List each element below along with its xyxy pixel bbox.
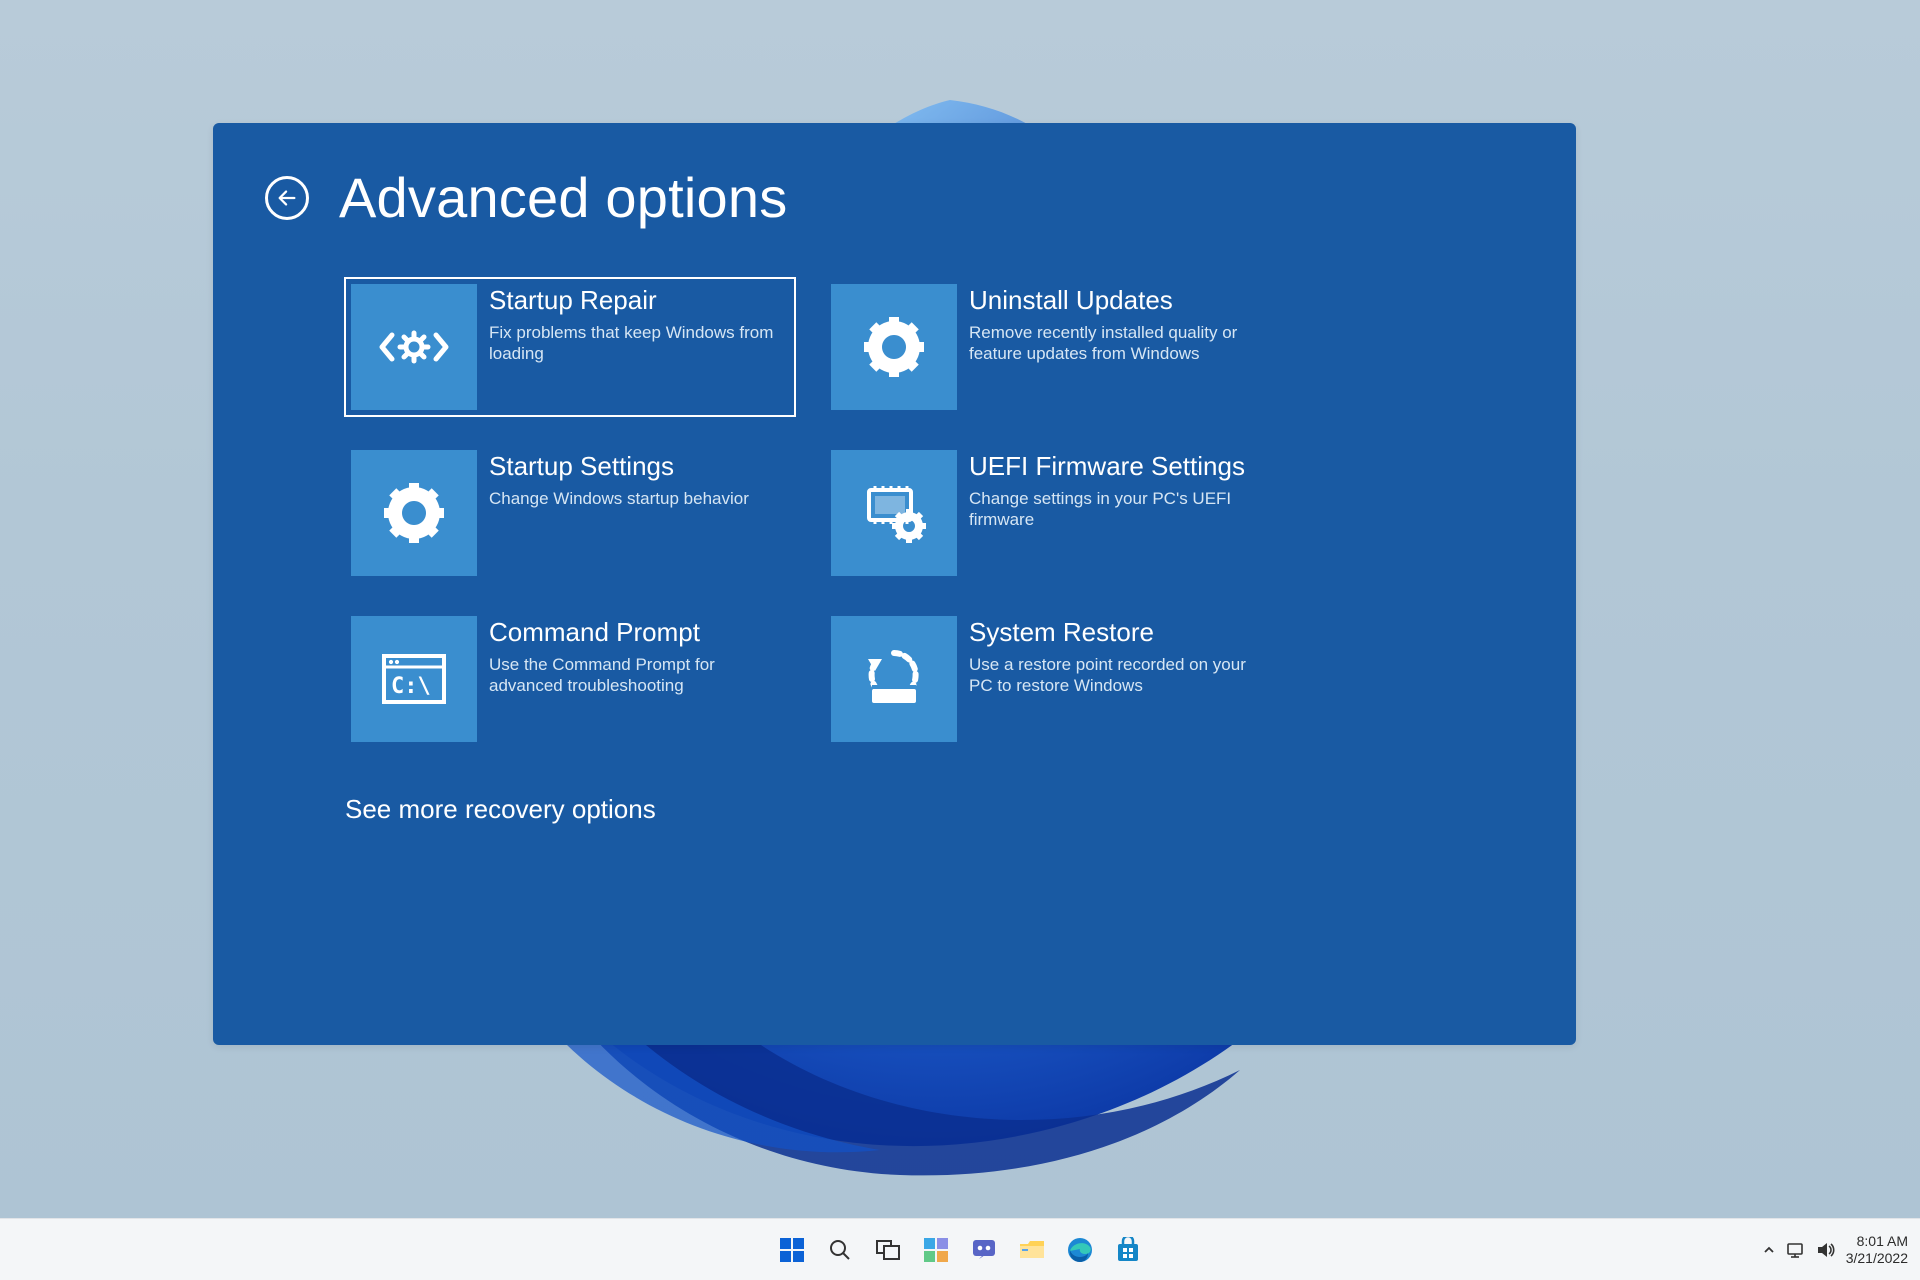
tile-title: UEFI Firmware Settings	[969, 452, 1261, 482]
startup-repair-icon	[351, 284, 477, 410]
restore-icon	[831, 616, 957, 742]
tile-desc: Fix problems that keep Windows from load…	[489, 322, 781, 365]
arrow-left-icon	[276, 187, 298, 209]
volume-icon[interactable]	[1816, 1241, 1836, 1259]
store-button[interactable]	[1108, 1230, 1148, 1270]
tile-startup-settings[interactable]: Startup Settings Change Windows startup …	[345, 444, 795, 582]
tile-title: Startup Settings	[489, 452, 749, 482]
taskbar-clock[interactable]: 8:01 AM 3/21/2022	[1846, 1233, 1908, 1265]
advanced-options-panel: Advanced options	[213, 123, 1576, 1045]
search-button[interactable]	[820, 1230, 860, 1270]
tile-uninstall-updates[interactable]: Uninstall Updates Remove recently instal…	[825, 278, 1275, 416]
task-view-button[interactable]	[868, 1230, 908, 1270]
tray-chevron-icon[interactable]	[1762, 1243, 1776, 1257]
tile-uefi-firmware[interactable]: UEFI Firmware Settings Change settings i…	[825, 444, 1275, 582]
start-button[interactable]	[772, 1230, 812, 1270]
tile-startup-repair[interactable]: Startup Repair Fix problems that keep Wi…	[345, 278, 795, 416]
clock-date: 3/21/2022	[1846, 1250, 1908, 1266]
tile-system-restore[interactable]: System Restore Use a restore point recor…	[825, 610, 1275, 748]
tile-title: System Restore	[969, 618, 1261, 648]
page-title: Advanced options	[339, 165, 787, 230]
widgets-button[interactable]	[916, 1230, 956, 1270]
chat-button[interactable]	[964, 1230, 1004, 1270]
clock-time: 8:01 AM	[1846, 1233, 1908, 1249]
gear-icon	[351, 450, 477, 576]
tile-title: Command Prompt	[489, 618, 781, 648]
network-icon[interactable]	[1786, 1241, 1806, 1259]
file-explorer-button[interactable]	[1012, 1230, 1052, 1270]
taskbar: 8:01 AM 3/21/2022	[0, 1218, 1920, 1280]
tile-title: Startup Repair	[489, 286, 781, 316]
gear-icon	[831, 284, 957, 410]
tile-desc: Remove recently installed quality or fea…	[969, 322, 1261, 365]
options-grid: Startup Repair Fix problems that keep Wi…	[345, 278, 1520, 748]
tile-command-prompt[interactable]: C:\ Command Prompt Use the Command Promp…	[345, 610, 795, 748]
tile-desc: Use a restore point recorded on your PC …	[969, 654, 1261, 697]
tile-desc: Change Windows startup behavior	[489, 488, 749, 509]
tile-title: Uninstall Updates	[969, 286, 1261, 316]
see-more-recovery-link[interactable]: See more recovery options	[345, 794, 1520, 825]
chip-gear-icon	[831, 450, 957, 576]
back-button[interactable]	[265, 176, 309, 220]
tile-desc: Use the Command Prompt for advanced trou…	[489, 654, 781, 697]
edge-button[interactable]	[1060, 1230, 1100, 1270]
tile-desc: Change settings in your PC's UEFI firmwa…	[969, 488, 1261, 531]
terminal-icon: C:\	[351, 616, 477, 742]
svg-text:C:\: C:\	[391, 674, 431, 699]
